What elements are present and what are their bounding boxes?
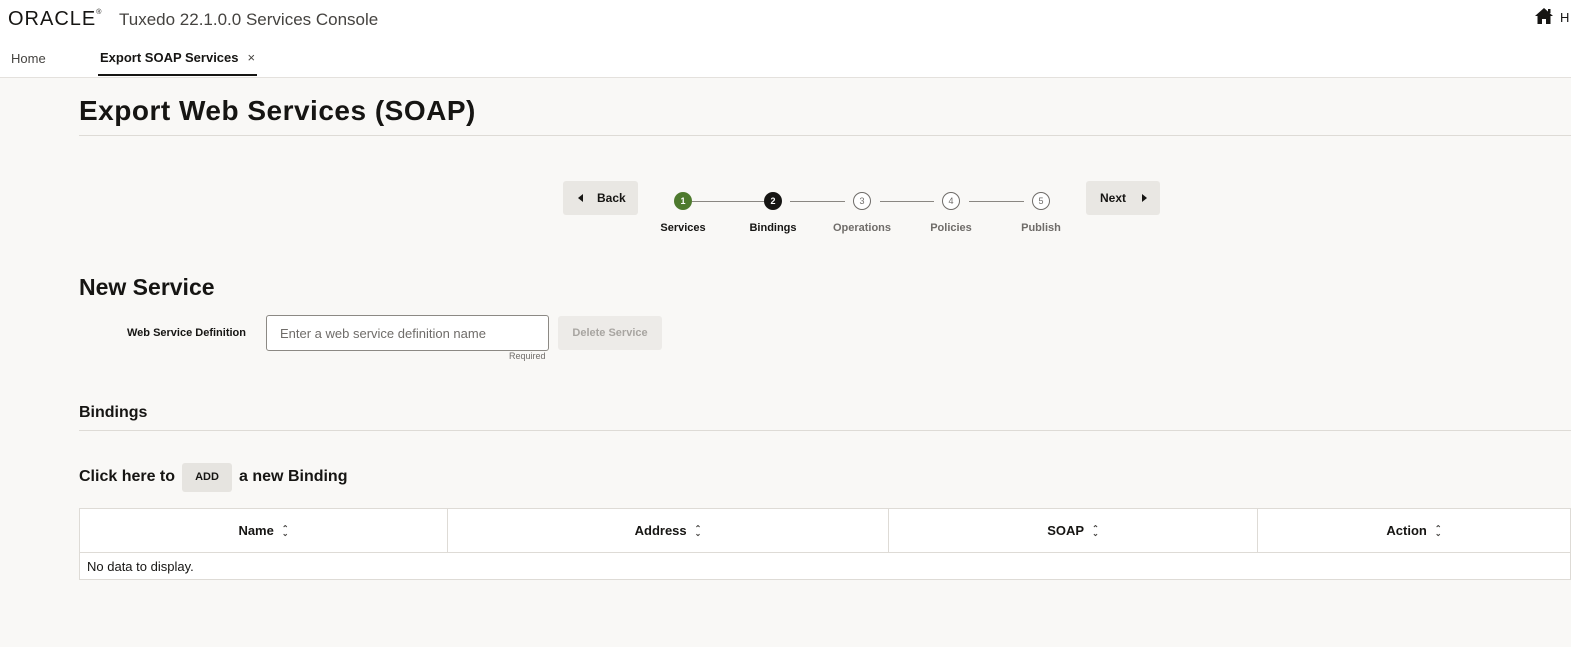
column-header-address-label: Address xyxy=(634,523,687,538)
close-tab-icon[interactable]: × xyxy=(248,50,256,65)
column-header-name-label: Name xyxy=(238,523,274,538)
next-button-label: Next xyxy=(1100,191,1127,205)
app-title: Tuxedo 22.1.0.0 Services Console xyxy=(119,10,379,29)
new-service-heading: New Service xyxy=(79,274,215,300)
column-header-name[interactable]: Name ⌃ ⌄ xyxy=(80,509,448,552)
column-header-action-label: Action xyxy=(1386,523,1427,538)
add-binding-button[interactable]: ADD xyxy=(182,462,233,492)
chevron-left-icon xyxy=(578,194,583,202)
step-1-label: Services xyxy=(660,222,706,234)
sort-icon[interactable]: ⌃ ⌄ xyxy=(1435,524,1442,537)
step-connector xyxy=(790,201,845,202)
web-service-definition-input[interactable] xyxy=(266,315,549,351)
step-connector xyxy=(692,201,764,202)
oracle-logo: ORACLE® xyxy=(8,8,103,30)
sort-icon[interactable]: ⌃ ⌄ xyxy=(695,524,702,537)
step-1-indicator[interactable]: 1 xyxy=(674,192,692,210)
page-title: Export Web Services (SOAP) xyxy=(79,95,476,126)
home-icon[interactable] xyxy=(1534,7,1554,25)
step-2-indicator[interactable]: 2 xyxy=(764,192,782,210)
add-binding-row: Click here to ADD a new Binding xyxy=(79,462,347,492)
sort-icon[interactable]: ⌃ ⌄ xyxy=(1092,524,1099,537)
next-button[interactable]: Next xyxy=(1086,181,1160,215)
step-connector xyxy=(969,201,1024,202)
web-service-definition-label: Web Service Definition xyxy=(127,327,246,339)
bindings-table: Name ⌃ ⌄ Address ⌃ ⌄ SOAP ⌃ ⌄ Action ⌃ ⌄ No … xyxy=(79,508,1571,580)
required-hint: Required xyxy=(509,351,546,361)
bindings-heading: Bindings xyxy=(79,404,148,421)
bindings-divider xyxy=(79,430,1571,431)
empty-table-message: No data to display. xyxy=(87,559,194,574)
step-2-label: Bindings xyxy=(749,222,797,234)
sort-icon[interactable]: ⌃ ⌄ xyxy=(282,524,289,537)
tab-export-soap-services[interactable]: Export SOAP Services × xyxy=(98,40,257,76)
chevron-right-icon xyxy=(1142,194,1148,202)
app-header: ORACLE® Tuxedo 22.1.0.0 Services Console… xyxy=(0,0,1571,78)
title-divider xyxy=(79,135,1571,136)
back-button[interactable]: Back xyxy=(563,181,638,215)
column-header-address[interactable]: Address ⌃ ⌄ xyxy=(448,509,889,552)
step-3-label: Operations xyxy=(832,222,892,234)
delete-service-button[interactable]: Delete Service xyxy=(558,316,662,350)
column-header-action[interactable]: Action ⌃ ⌄ xyxy=(1258,509,1570,552)
table-header-divider xyxy=(80,552,1570,553)
step-4-label: Policies xyxy=(930,222,972,234)
user-menu[interactable]: H xyxy=(1560,10,1569,25)
step-connector xyxy=(880,201,934,202)
step-5-label: Publish xyxy=(1021,222,1061,234)
add-binding-prefix: Click here to xyxy=(79,468,176,485)
tab-home-label: Home xyxy=(11,50,46,66)
step-5-indicator[interactable]: 5 xyxy=(1032,192,1050,210)
column-header-soap[interactable]: SOAP ⌃ ⌄ xyxy=(889,509,1258,552)
step-3-indicator[interactable]: 3 xyxy=(853,192,871,210)
step-4-indicator[interactable]: 4 xyxy=(942,192,960,210)
tab-home[interactable]: Home xyxy=(11,40,46,76)
tab-export-label: Export SOAP Services xyxy=(100,49,239,65)
back-button-label: Back xyxy=(597,191,626,205)
add-binding-suffix: a new Binding xyxy=(239,468,348,485)
column-header-soap-label: SOAP xyxy=(1047,523,1085,538)
